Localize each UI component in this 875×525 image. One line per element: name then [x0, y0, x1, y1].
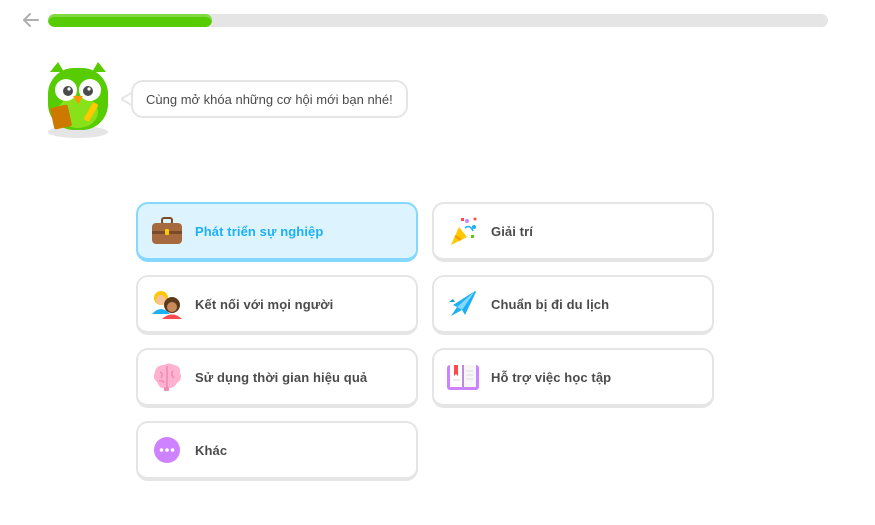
more-dots-icon [150, 433, 184, 467]
briefcase-icon [150, 214, 184, 248]
option-connect-people[interactable]: Kết nối với mọi người [136, 275, 418, 335]
option-travel[interactable]: Chuẩn bị đi du lịch [432, 275, 714, 335]
party-popper-icon [446, 214, 480, 248]
owl-mascot [42, 58, 114, 140]
back-button[interactable] [20, 10, 42, 30]
option-career[interactable]: Phát triển sự nghiệp [136, 202, 418, 262]
options-grid: Phát triển sự nghiệp Giải trí Kết nối vớ… [136, 202, 714, 481]
option-study-support[interactable]: Hỗ trợ việc học tập [432, 348, 714, 408]
option-label: Phát triển sự nghiệp [195, 223, 324, 239]
airplane-icon [446, 287, 480, 321]
option-label: Kết nối với mọi người [195, 296, 334, 312]
progress-bar [48, 14, 828, 27]
progress-bar-fill [48, 14, 212, 27]
option-entertainment[interactable]: Giải trí [432, 202, 714, 262]
option-label: Khác [195, 442, 228, 458]
option-label: Sử dụng thời gian hiệu quả [195, 369, 368, 385]
people-icon [150, 287, 184, 321]
option-label: Giải trí [491, 223, 533, 239]
book-icon [446, 360, 480, 394]
speech-bubble: Cùng mở khóa những cơ hội mới bạn nhé! [131, 80, 408, 118]
option-use-time[interactable]: Sử dụng thời gian hiệu quả [136, 348, 418, 408]
speech-text: Cùng mở khóa những cơ hội mới bạn nhé! [146, 91, 393, 107]
arrow-left-icon [23, 13, 39, 27]
option-label: Chuẩn bị đi du lịch [491, 296, 610, 312]
brain-icon [150, 360, 184, 394]
option-label: Hỗ trợ việc học tập [491, 369, 612, 385]
option-other[interactable]: Khác [136, 421, 418, 481]
